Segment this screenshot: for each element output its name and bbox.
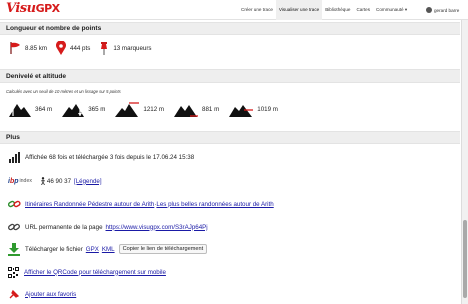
permalink-row: URL permanente de la page https://www.vi… (8, 221, 208, 233)
distance-stat: 8.85 km (8, 41, 47, 55)
mean-altitude-stat: 1019 m (228, 101, 278, 118)
logo-main: Visu (6, 1, 36, 16)
ibp-letter-p: p (14, 177, 19, 185)
view-stats-text: Affichée 68 fois et téléchargée 3 fois d… (25, 153, 195, 161)
favorites-row: Ajouter aux favoris (8, 288, 76, 300)
nav-community[interactable]: Communauté ▾ (373, 0, 410, 20)
markers-value: 13 marqueurs (113, 44, 152, 52)
min-altitude-value: 881 m (202, 105, 220, 113)
nav-create-trace[interactable]: Créer une trace (238, 0, 276, 20)
download-label: Télécharger le fichier (25, 245, 83, 253)
section-length-header: Longueur et nombre de points (0, 22, 460, 35)
download-row: Télécharger le fichier GPX KML Copier le… (8, 242, 208, 256)
length-stats-row: 8.85 km 444 pts 13 marqueurs (8, 40, 160, 56)
download-gpx-link[interactable]: GPX (86, 246, 99, 253)
download-kml-link[interactable]: KML (102, 246, 115, 253)
page-scrollbar[interactable] (461, 20, 468, 304)
ibp-logo[interactable]: i b p index (8, 178, 32, 185)
qrcode-icon (8, 266, 19, 278)
section-elevation-header: Denivelé et altitude (0, 69, 460, 83)
map-pin-icon (56, 40, 66, 55)
min-altitude-stat: 881 m (173, 101, 219, 118)
pushpin-icon (101, 41, 108, 55)
ibp-values: 46 90 37 (46, 177, 72, 185)
user-icon (426, 7, 432, 13)
permalink-url[interactable]: https://www.visugpx.com/S3rAJp64Pj (106, 224, 208, 231)
ibp-row: i b p index 46 90 37 [Légende] (8, 174, 102, 188)
download-arrow-icon (8, 242, 20, 256)
link-icon (8, 223, 20, 230)
elevation-loss-stat: 365 m (61, 101, 105, 118)
hiker-icon (41, 177, 45, 185)
min-altitude-icon (174, 104, 199, 117)
logo-suffix: GPX (35, 2, 61, 15)
section-more-header: Plus (0, 131, 460, 144)
elevation-note: Calculés avec un seuil de 10 mètres et u… (6, 89, 121, 94)
elevation-loss-value: 365 m (88, 105, 106, 113)
elevation-gain-value: 364 m (35, 105, 53, 113)
max-altitude-value: 1212 m (143, 105, 165, 113)
mean-altitude-icon (229, 104, 254, 117)
descent-mountain-icon (62, 103, 85, 117)
view-stats-row: Affichée 68 fois et téléchargée 3 fois d… (8, 151, 194, 163)
elevation-gain-stat: 364 m (8, 101, 52, 118)
qrcode-row: Afficher le QRCode pour téléchargement s… (8, 266, 166, 278)
permalink-label: URL permanente de la page (25, 223, 103, 231)
ibp-index-text: index (19, 178, 32, 184)
distance-value: 8.85 km (25, 44, 48, 52)
user-menu[interactable]: gerard barre (426, 0, 459, 20)
ascent-mountain-icon (9, 103, 31, 117)
scrollbar-thumb[interactable] (463, 220, 467, 298)
elevation-stats-row: 364 m 365 m 1212 m 881 m 1019 m (8, 100, 287, 118)
chain-link-icon (8, 200, 21, 207)
nav-maps[interactable]: Cartes (353, 0, 373, 20)
main-nav: Créer une trace Visualiser une trace Bib… (238, 0, 410, 20)
qrcode-link[interactable]: Afficher le QRCode pour téléchargement s… (24, 269, 166, 276)
flag-icon (10, 42, 20, 54)
best-hikes-link[interactable]: Les plus belles randonnées autour de Ari… (156, 201, 273, 208)
nav-view-trace[interactable]: Visualiser une trace (275, 0, 323, 20)
max-altitude-stat: 1212 m (114, 101, 164, 118)
markers-stat: 13 marqueurs (98, 41, 152, 56)
ibp-legend-link[interactable]: [Légende] (74, 178, 102, 185)
add-favorites-link[interactable]: Ajouter aux favoris (25, 291, 76, 298)
copy-download-link-button[interactable]: Copier le lien de téléchargement (118, 244, 208, 254)
bookmark-pin-icon (9, 289, 20, 298)
points-value: 444 pts (70, 44, 91, 52)
itineraries-row: Itinéraires Randonnée Pédestre autour de… (8, 198, 274, 210)
nav-library[interactable]: Bibliothèque (322, 0, 353, 20)
mean-altitude-value: 1019 m (257, 105, 278, 113)
points-stat: 444 pts (55, 40, 91, 56)
itineraries-link[interactable]: Itinéraires Randonnée Pédestre autour de… (25, 201, 154, 208)
visugpx-logo[interactable]: VisuGPX (6, 1, 60, 16)
top-navbar: VisuGPX Créer une trace Visualiser une t… (0, 0, 468, 20)
max-altitude-icon (115, 101, 140, 117)
bar-chart-icon (9, 151, 20, 163)
user-name: gerard barre (434, 7, 460, 13)
